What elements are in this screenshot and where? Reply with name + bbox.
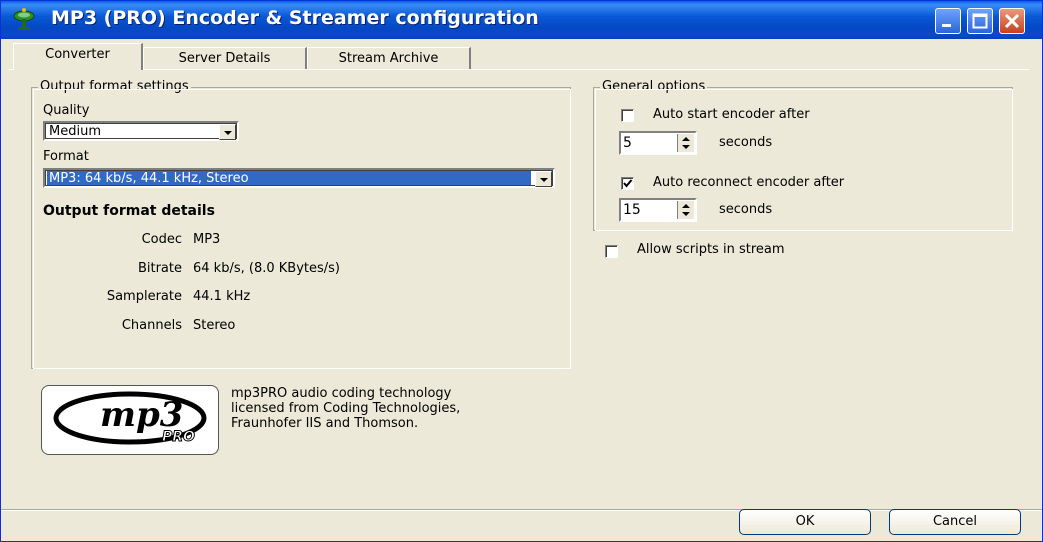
auto-start-unit: seconds [719, 135, 773, 150]
quality-value: Medium [49, 124, 101, 139]
close-button[interactable] [999, 8, 1025, 34]
channels-label: Channels [121, 318, 182, 333]
minimize-icon [942, 24, 951, 27]
maximize-icon [972, 13, 988, 29]
quality-select[interactable]: Medium [43, 121, 239, 141]
credit-line: licensed from Coding Technologies, [231, 401, 461, 416]
spin-arrows-icon[interactable] [677, 134, 694, 152]
allow-scripts-checkbox[interactable] [605, 245, 618, 258]
maximize-button[interactable] [967, 8, 993, 34]
window-title: MP3 (PRO) Encoder & Streamer configurati… [51, 7, 539, 29]
auto-reconnect-seconds-value: 15 [623, 202, 641, 218]
samplerate-label: Samplerate [106, 289, 182, 304]
mp3pro-logo-graphic: mp3 PRO [53, 391, 207, 446]
auto-reconnect-checkbox[interactable] [621, 177, 634, 190]
tab-converter[interactable]: Converter [13, 43, 143, 70]
bitrate-label: Bitrate [137, 261, 182, 276]
chevron-down-icon[interactable] [219, 124, 236, 140]
close-icon [1004, 13, 1020, 29]
output-format-group-title: Output format settings [38, 79, 191, 94]
logo-subtext: PRO [162, 429, 195, 445]
cancel-button[interactable]: Cancel [889, 509, 1021, 535]
samplerate-value: 44.1 kHz [193, 289, 251, 304]
credit-line: Fraunhofer IIS and Thomson. [231, 416, 419, 431]
auto-start-label: Auto start encoder after [653, 107, 810, 122]
auto-start-checkbox[interactable] [621, 109, 634, 122]
ok-button[interactable]: OK [739, 509, 871, 535]
allow-scripts-label: Allow scripts in stream [637, 242, 785, 257]
general-options-group-title: General options [600, 79, 708, 94]
codec-value: MP3 [193, 232, 221, 247]
checkmark-icon [623, 179, 633, 188]
tab-server-details[interactable]: Server Details [143, 47, 307, 69]
auto-reconnect-unit: seconds [719, 202, 773, 217]
format-value: MP3: 64 kb/s, 44.1 kHz, Stereo [47, 171, 531, 186]
chevron-down-icon[interactable] [535, 171, 552, 187]
channels-value: Stereo [193, 318, 236, 333]
licensing-credit: mp3PRO audio coding technology licensed … [231, 386, 460, 431]
auto-start-seconds-spinner[interactable]: 5 [619, 131, 697, 155]
satellite-dish-icon [13, 8, 35, 30]
mp3pro-logo: mp3 PRO [41, 385, 219, 455]
output-details-heading: Output format details [43, 203, 215, 219]
tab-stream-archive[interactable]: Stream Archive [307, 47, 471, 69]
format-select[interactable]: MP3: 64 kb/s, 44.1 kHz, Stereo [43, 168, 555, 188]
title-bar[interactable]: MP3 (PRO) Encoder & Streamer configurati… [1, 1, 1042, 39]
tab-panel-border [9, 69, 1029, 70]
format-label: Format [43, 149, 89, 164]
auto-reconnect-label: Auto reconnect encoder after [653, 175, 845, 190]
quality-label: Quality [43, 103, 90, 118]
codec-label: Codec [141, 232, 182, 247]
auto-reconnect-seconds-spinner[interactable]: 15 [619, 198, 697, 222]
auto-start-seconds-value: 5 [623, 135, 632, 151]
config-window: MP3 (PRO) Encoder & Streamer configurati… [0, 0, 1043, 542]
credit-line: mp3PRO audio coding technology [231, 386, 452, 401]
minimize-button[interactable] [935, 8, 961, 34]
spin-arrows-icon[interactable] [677, 201, 694, 219]
bitrate-value: 64 kb/s, (8.0 KBytes/s) [193, 261, 340, 276]
bottom-separator [1, 509, 1042, 511]
